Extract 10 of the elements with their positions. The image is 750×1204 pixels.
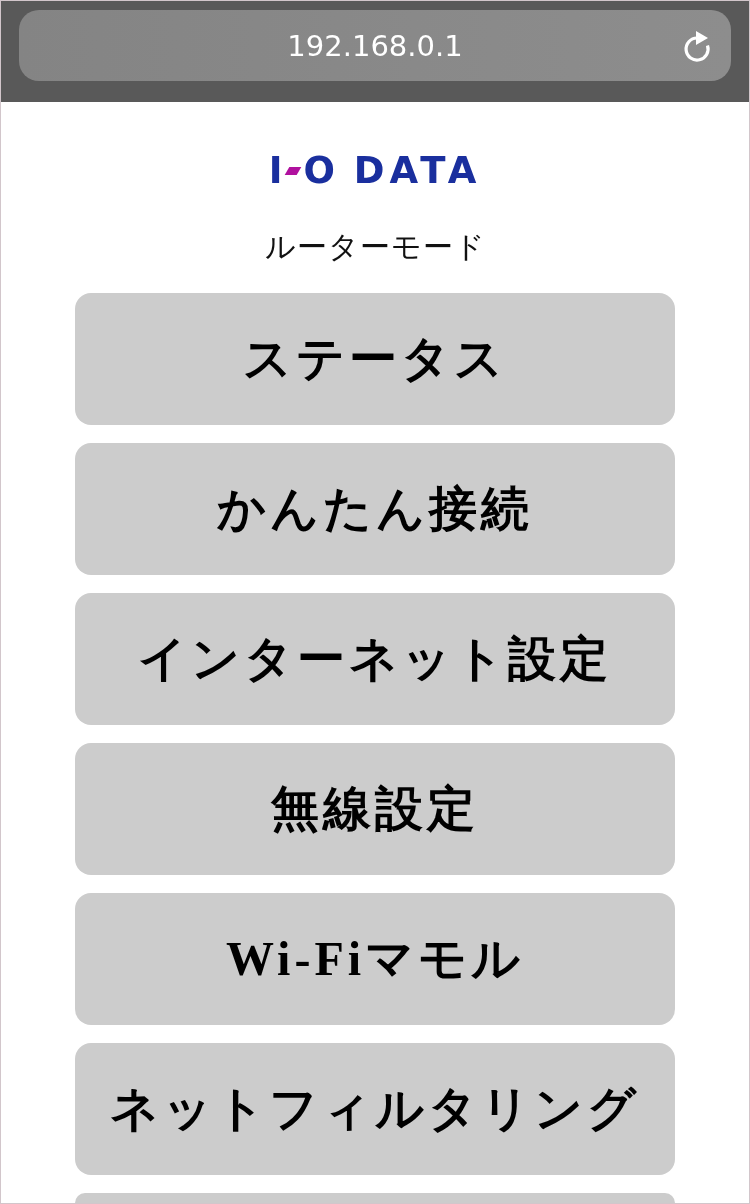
mode-label: ルーターモード [264,229,486,265]
brand-logo: I O DATA [268,151,482,191]
menu-button[interactable]: かんたん接続 [75,443,675,575]
address-bar[interactable]: 192.168.0.1 [19,10,731,81]
menu-button[interactable]: ステータス [75,293,675,425]
menu-button[interactable]: インターネット設定 [75,593,675,725]
menu-button[interactable]: 無線設定 [75,743,675,875]
menu-button[interactable]: Wi-Fiマモル [75,893,675,1025]
menu-button[interactable]: ネットフィルタリング [75,1043,675,1175]
url-text: 192.168.0.1 [287,27,463,64]
